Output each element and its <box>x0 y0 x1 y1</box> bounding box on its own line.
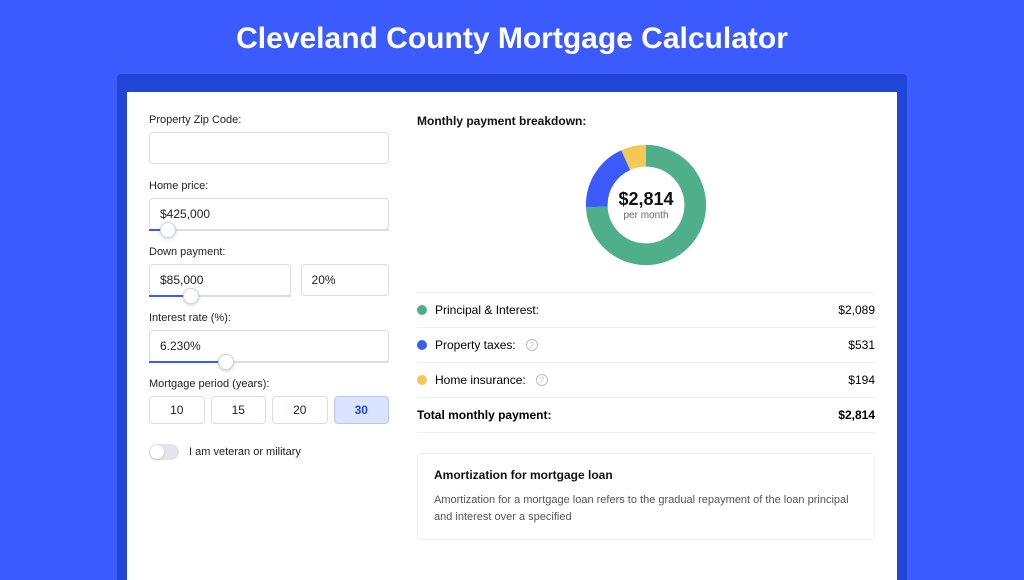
down-payment-amount-input[interactable] <box>149 264 291 296</box>
period-btn-15[interactable]: 15 <box>211 396 267 424</box>
veteran-toggle-knob <box>150 445 164 459</box>
legend-dot-taxes <box>417 340 427 350</box>
legend-label-insurance: Home insurance: <box>435 373 526 387</box>
period-btn-10[interactable]: 10 <box>149 396 205 424</box>
page-title: Cleveland County Mortgage Calculator <box>0 22 1024 56</box>
legend-value-taxes: $531 <box>848 338 875 352</box>
home-price-field: Home price: <box>149 180 389 230</box>
legend-row-principal: Principal & Interest: $2,089 <box>417 293 875 328</box>
legend-label-taxes: Property taxes: <box>435 338 516 352</box>
info-icon[interactable]: ? <box>536 374 548 386</box>
amortization-box: Amortization for mortgage loan Amortizat… <box>417 453 875 540</box>
zip-label: Property Zip Code: <box>149 114 389 126</box>
home-price-slider[interactable] <box>149 229 389 231</box>
veteran-toggle[interactable] <box>149 444 179 460</box>
period-btn-30[interactable]: 30 <box>334 396 390 424</box>
legend-label-principal: Principal & Interest: <box>435 303 539 317</box>
zip-field: Property Zip Code: <box>149 114 389 164</box>
amortization-body: Amortization for a mortgage loan refers … <box>434 492 858 525</box>
calculator-card: Property Zip Code: Home price: Down paym… <box>127 92 897 580</box>
donut-center: $2,814 per month <box>581 140 711 270</box>
legend-dot-insurance <box>417 375 427 385</box>
home-price-label: Home price: <box>149 180 389 192</box>
breakdown-column: Monthly payment breakdown: $2,814 per mo… <box>417 114 875 540</box>
page-header: Cleveland County Mortgage Calculator <box>0 0 1024 74</box>
period-row: 10 15 20 30 <box>149 396 389 424</box>
down-payment-slider[interactable] <box>149 295 291 297</box>
home-price-slider-thumb[interactable] <box>160 222 176 238</box>
interest-slider-thumb[interactable] <box>218 354 234 370</box>
zip-input[interactable] <box>149 132 389 164</box>
interest-input[interactable] <box>149 330 389 362</box>
period-label: Mortgage period (years): <box>149 378 389 390</box>
veteran-row: I am veteran or military <box>149 444 389 460</box>
info-icon[interactable]: ? <box>526 339 538 351</box>
form-column: Property Zip Code: Home price: Down paym… <box>149 114 389 540</box>
down-payment-field: Down payment: <box>149 246 389 296</box>
down-payment-label: Down payment: <box>149 246 389 258</box>
legend-dot-principal <box>417 305 427 315</box>
interest-slider[interactable] <box>149 361 389 363</box>
down-payment-pct-input[interactable] <box>301 264 389 296</box>
legend-total-label: Total monthly payment: <box>417 408 551 422</box>
veteran-label: I am veteran or military <box>189 446 301 458</box>
donut-center-value: $2,814 <box>618 189 673 210</box>
home-price-input[interactable] <box>149 198 389 230</box>
down-payment-slider-thumb[interactable] <box>183 288 199 304</box>
legend: Principal & Interest: $2,089 Property ta… <box>417 292 875 433</box>
amortization-title: Amortization for mortgage loan <box>434 468 858 482</box>
legend-value-insurance: $194 <box>848 373 875 387</box>
donut-center-sub: per month <box>623 210 668 221</box>
period-btn-20[interactable]: 20 <box>272 396 328 424</box>
donut-chart-wrap: $2,814 per month <box>417 140 875 270</box>
donut-chart: $2,814 per month <box>581 140 711 270</box>
interest-label: Interest rate (%): <box>149 312 389 324</box>
legend-row-insurance: Home insurance: ? $194 <box>417 363 875 398</box>
period-field: Mortgage period (years): 10 15 20 30 <box>149 378 389 424</box>
interest-field: Interest rate (%): <box>149 312 389 362</box>
legend-value-principal: $2,089 <box>838 303 875 317</box>
legend-row-total: Total monthly payment: $2,814 <box>417 398 875 433</box>
legend-total-value: $2,814 <box>838 408 875 422</box>
breakdown-title: Monthly payment breakdown: <box>417 114 875 128</box>
calculator-band: Property Zip Code: Home price: Down paym… <box>117 74 907 580</box>
legend-row-taxes: Property taxes: ? $531 <box>417 328 875 363</box>
